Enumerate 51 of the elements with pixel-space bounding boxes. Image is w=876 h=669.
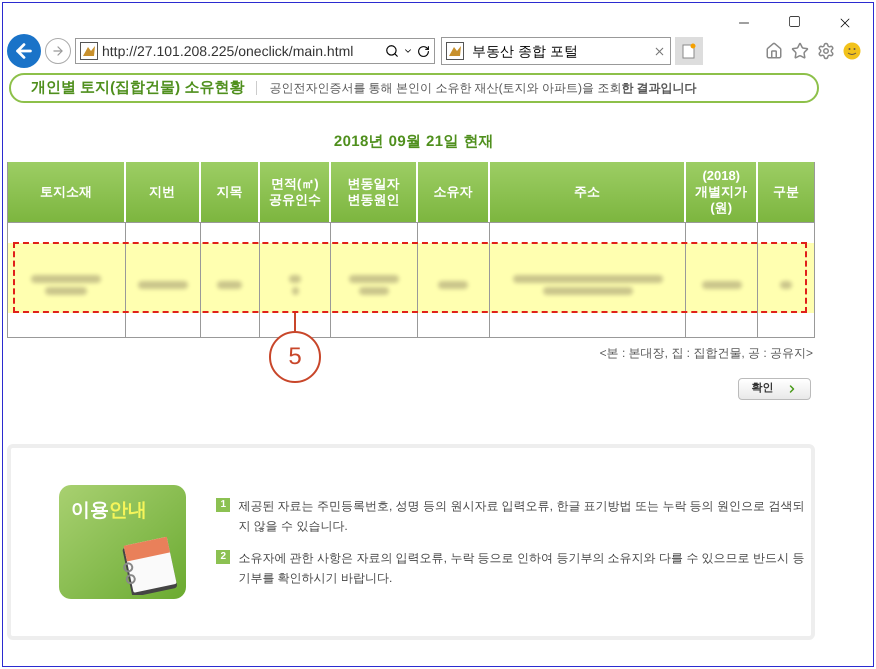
column-header: 소유자 (418, 162, 490, 222)
blurred-text (349, 274, 400, 282)
address-bar[interactable]: http://27.101.208.225/oneclick/main.html (75, 38, 435, 64)
settings-icon[interactable] (817, 42, 835, 60)
column-header: 면적(㎡) 공유인수 (260, 162, 332, 222)
date-title: 2018년 09월 21일 현재 (334, 132, 494, 152)
blurred-text (702, 280, 742, 288)
legend-text: <본 : 본대장, 집 : 집합건물, 공 : 공유지> (600, 344, 813, 362)
column-header: 변동일자 변동원인 (331, 162, 418, 222)
page-subtitle: 공인전자인증서를 통해 본인이 소유한 재산(토지와 아파트)을 조회한 결과입니다 (269, 80, 697, 97)
home-icon[interactable] (765, 42, 783, 60)
browser-tab[interactable]: 부동산 종합 포털 (441, 37, 671, 65)
blurred-text (289, 274, 302, 282)
site-icon (80, 42, 98, 60)
blurred-text (359, 286, 390, 294)
refresh-icon[interactable] (417, 44, 430, 58)
leader-line (294, 312, 296, 330)
back-button[interactable] (7, 34, 41, 68)
site-icon (446, 42, 464, 60)
note-text: 제공된 자료는 주민등록번호, 성명 등의 원시자료 입력오류, 한글 표기방법 또는 누락 등의 원인으로 검색되지 않을 수 있습니다. (238, 498, 806, 534)
maximize-icon[interactable] (788, 15, 801, 28)
guide-title: 이용안내 (71, 500, 147, 520)
note-text: 소유자에 관한 사항은 자료의 입력오류, 누락 등으로 인하여 등기부의 소유지와 다를 수 있으므로 반드시 등기부를 확인하시기 바랍니다. (238, 550, 806, 586)
column-header: (2018) 개별지가 (원) (686, 162, 758, 222)
blurred-text (217, 280, 242, 288)
blurred-text (45, 286, 88, 294)
blurred-text (31, 274, 102, 282)
column-header: 토지소재 (8, 162, 126, 222)
column-header: 주소 (490, 162, 686, 222)
note-number: 1 (216, 498, 230, 512)
smiley-icon[interactable] (843, 42, 861, 60)
column-header: 구분 (758, 162, 814, 222)
column-header: 지목 (200, 162, 260, 222)
blurred-text (138, 280, 188, 288)
tab-close-icon[interactable] (653, 44, 666, 58)
page-title: 개인별 토지(집합건물) 소유현황 (31, 78, 244, 98)
search-icon[interactable] (385, 44, 399, 58)
column-header: 지번 (126, 162, 201, 222)
forward-button[interactable] (45, 38, 71, 64)
note-number: 2 (216, 550, 230, 564)
callout-badge: 5 (269, 330, 321, 382)
address-text: http://27.101.208.225/oneclick/main.html (102, 42, 354, 61)
forward-arrow-icon (51, 44, 65, 58)
blurred-text (292, 286, 299, 294)
confirm-button[interactable]: 확인 (738, 378, 811, 400)
tab-title: 부동산 종합 포털 (472, 42, 578, 60)
blurred-text (438, 280, 468, 288)
new-tab-button[interactable] (675, 37, 703, 65)
new-tab-icon (682, 43, 696, 59)
favorites-icon[interactable] (791, 42, 809, 60)
blurred-text (780, 280, 792, 288)
